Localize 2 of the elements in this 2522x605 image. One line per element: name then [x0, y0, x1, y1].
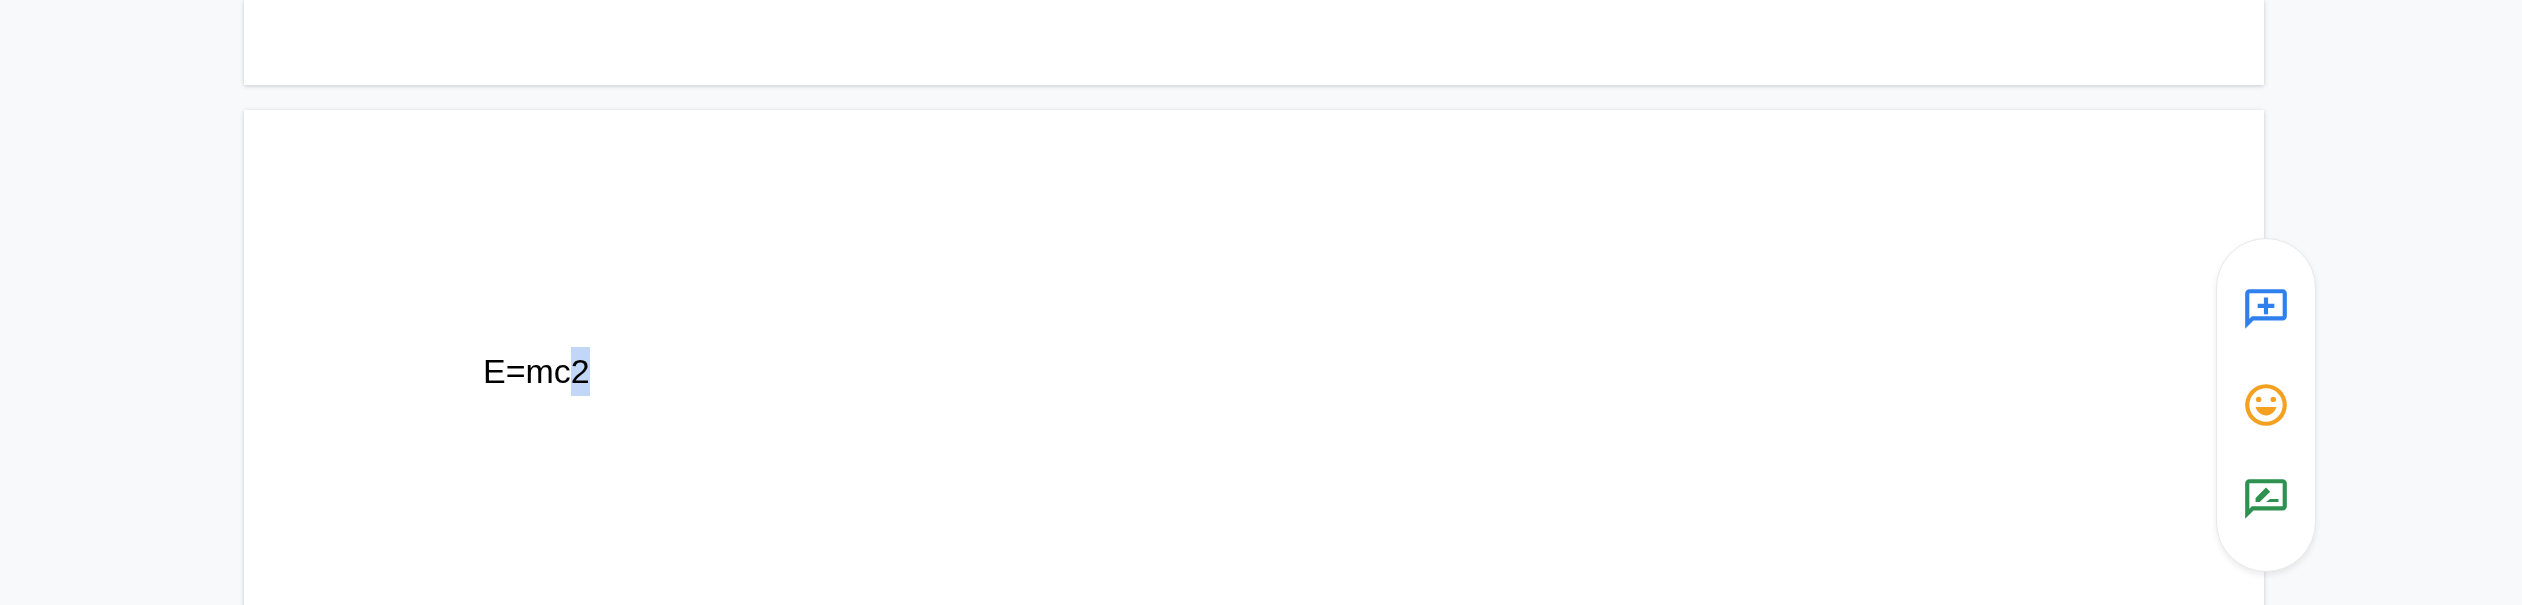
document-text: E=mc [483, 351, 571, 392]
selected-text: 2 [570, 347, 590, 396]
